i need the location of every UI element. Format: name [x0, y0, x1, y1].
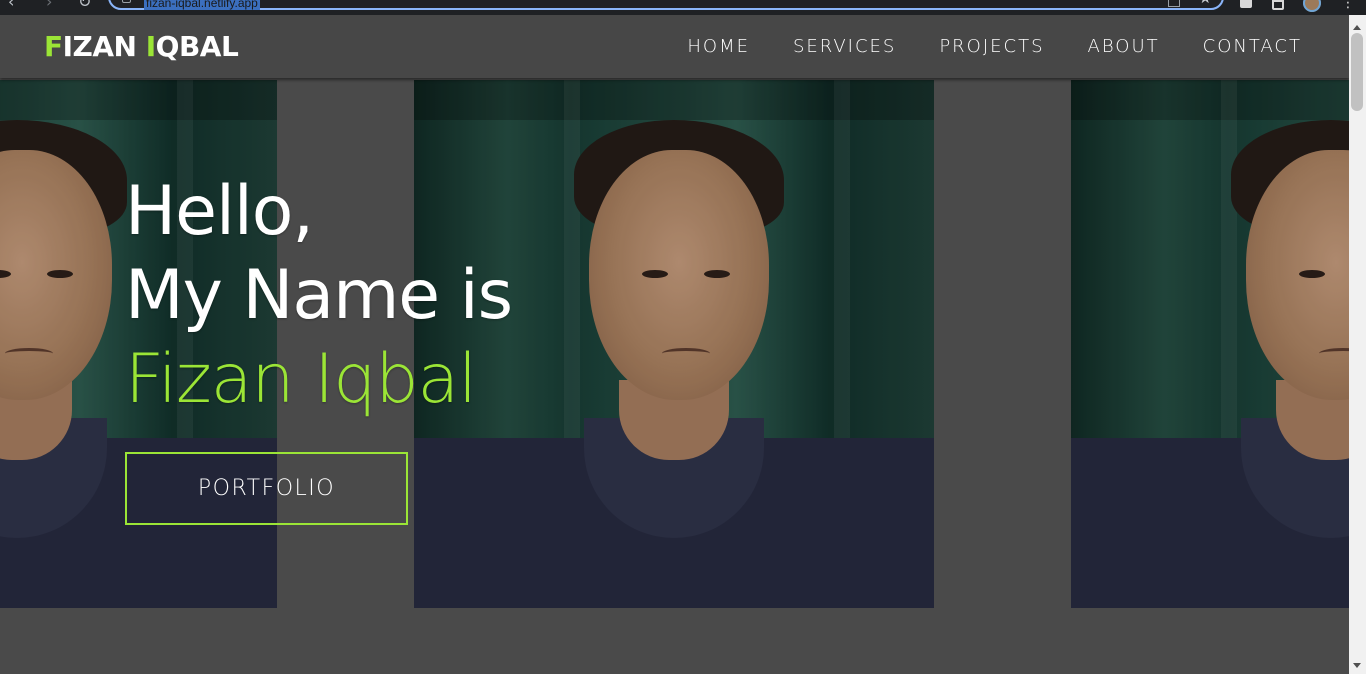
lock-icon [122, 0, 131, 3]
tab-search-icon[interactable] [1272, 0, 1284, 10]
portfolio-button[interactable]: PORTFOLIO [125, 452, 408, 525]
site-navbar: FIZAN IQBAL HOME SERVICES PROJECTS ABOUT… [0, 15, 1349, 78]
hero-intro: My Name is [125, 256, 513, 335]
address-bar-url[interactable]: fizan-iqbal.netlify.app [144, 0, 260, 10]
hero-name: Fizan Iqbal [125, 340, 477, 419]
profile-avatar[interactable] [1303, 0, 1321, 12]
nav-link-contact[interactable]: CONTACT [1203, 35, 1302, 59]
scroll-down-arrow-icon[interactable] [1353, 663, 1361, 668]
nav-link-home[interactable]: HOME [687, 35, 750, 59]
scrollbar-thumb[interactable] [1351, 33, 1363, 111]
hero-greeting: Hello, [125, 172, 314, 251]
back-arrow-icon[interactable]: ‹ [8, 0, 14, 10]
browser-menu-icon[interactable]: ⋮ [1341, 0, 1355, 10]
nav-link-projects[interactable]: PROJECTS [939, 35, 1044, 59]
portrait-photo [1071, 80, 1349, 608]
share-icon[interactable] [1168, 0, 1180, 7]
extension-icon[interactable] [1240, 0, 1252, 8]
logo-accent-i: I [145, 30, 156, 63]
page: FIZAN IQBAL HOME SERVICES PROJECTS ABOUT… [0, 15, 1349, 674]
forward-arrow-icon[interactable]: › [46, 0, 52, 10]
site-logo[interactable]: FIZAN IQBAL [44, 30, 239, 63]
logo-accent-f: F [44, 30, 63, 63]
page-scrollbar[interactable] [1349, 15, 1366, 674]
nav-menu: HOME SERVICES PROJECTS ABOUT CONTACT [644, 35, 1302, 59]
reload-icon[interactable]: ↻ [78, 0, 91, 10]
browser-toolbar: ‹ › ↻ fizan-iqbal.netlify.app ★ ⋮ [0, 0, 1366, 15]
bookmark-star-icon[interactable]: ★ [1199, 0, 1212, 6]
logo-text-first: IZAN [62, 30, 146, 63]
logo-text-second: QBAL [155, 30, 239, 63]
address-bar[interactable]: fizan-iqbal.netlify.app ★ [108, 0, 1224, 10]
scroll-up-arrow-icon[interactable] [1353, 25, 1361, 30]
hero-heading: Hello, My Name is Fizan Iqbal [125, 170, 513, 422]
nav-link-about[interactable]: ABOUT [1088, 35, 1160, 59]
nav-link-services[interactable]: SERVICES [793, 35, 896, 59]
